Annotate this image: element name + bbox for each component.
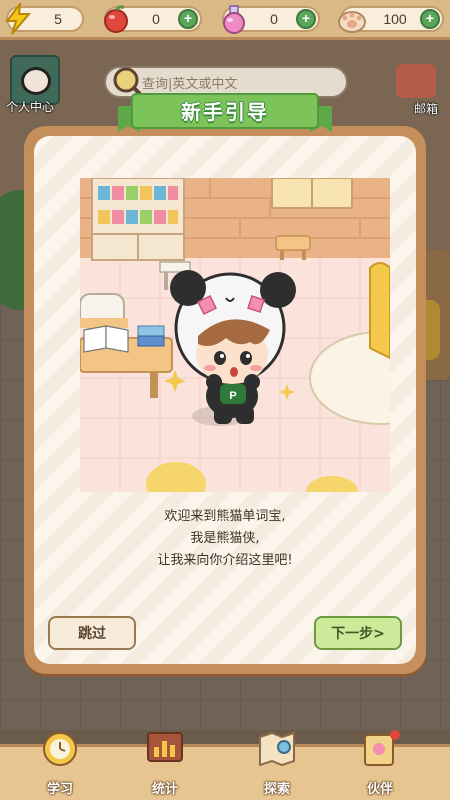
- potion-counter: 0 +: [222, 4, 320, 34]
- mail-label: 邮箱: [413, 102, 438, 116]
- paw-icon: [336, 3, 368, 35]
- search-placeholder: 查询|英文或中文: [142, 76, 238, 92]
- nav-study-label: 学习: [46, 782, 73, 797]
- nav-stats-label: 统计: [151, 782, 178, 797]
- card-book-icon: [364, 730, 400, 766]
- dialog-line: 让我来向你介绍这里吧!: [157, 553, 293, 568]
- paw-value: 100: [383, 10, 407, 27]
- energy-value: 5: [54, 10, 62, 27]
- chart-board-icon: [147, 732, 183, 762]
- map-icon: [259, 731, 295, 767]
- nav-explore-label: 探索: [263, 782, 290, 797]
- apple-icon: [100, 3, 132, 35]
- dialog-line: 我是熊猫侠,: [190, 531, 260, 546]
- clock-icon: [43, 732, 77, 766]
- resource-bar: 5 0 + 0 + 100 +: [0, 0, 450, 40]
- nav-partner[interactable]: 伙伴: [350, 727, 410, 800]
- dialog-title-ribbon: 新手引导: [118, 92, 332, 136]
- nav-explore[interactable]: 探索: [247, 727, 307, 800]
- nav-stats[interactable]: 统计: [135, 727, 195, 800]
- paw-counter: 100 +: [338, 5, 444, 33]
- energy-counter: 5: [4, 2, 84, 35]
- apple-counter: 0 +: [104, 4, 202, 33]
- add-paw-button[interactable]: +: [420, 8, 440, 29]
- profile-label: 个人中心: [6, 100, 55, 114]
- dialog-message: 欢迎来到熊猫单词宝, 我是熊猫侠, 让我来向你介绍这里吧!: [34, 506, 416, 572]
- dialog-title: 新手引导: [181, 100, 269, 124]
- add-potion-button[interactable]: +: [296, 8, 316, 29]
- dialog-body: P 欢迎来到熊猫单词宝, 我是熊猫侠, 让我来向你介绍这里吧! 跳过 下一步>: [34, 136, 416, 664]
- panda-face-icon: [21, 67, 51, 95]
- tutorial-dialog: P 欢迎来到熊猫单词宝, 我是熊猫侠, 让我来向你介绍这里吧! 跳过 下一步>: [24, 126, 426, 674]
- add-apple-button[interactable]: +: [178, 8, 198, 29]
- apple-value: 0: [152, 10, 160, 27]
- potion-value: 0: [270, 10, 278, 27]
- mail-icon[interactable]: [396, 64, 436, 98]
- nav-study[interactable]: 学习: [30, 727, 90, 800]
- next-step-button[interactable]: 下一步>: [314, 616, 402, 650]
- bottom-nav: 学习 统计 探索 伙伴: [0, 730, 450, 800]
- potion-icon: [218, 3, 250, 35]
- dialog-line: 欢迎来到熊猫单词宝,: [164, 509, 286, 524]
- skip-button[interactable]: 跳过: [48, 616, 136, 650]
- tutorial-illustration: P: [80, 178, 390, 492]
- svg-text:P: P: [229, 390, 236, 402]
- nav-partner-label: 伙伴: [366, 782, 393, 797]
- lightning-icon: [2, 2, 34, 35]
